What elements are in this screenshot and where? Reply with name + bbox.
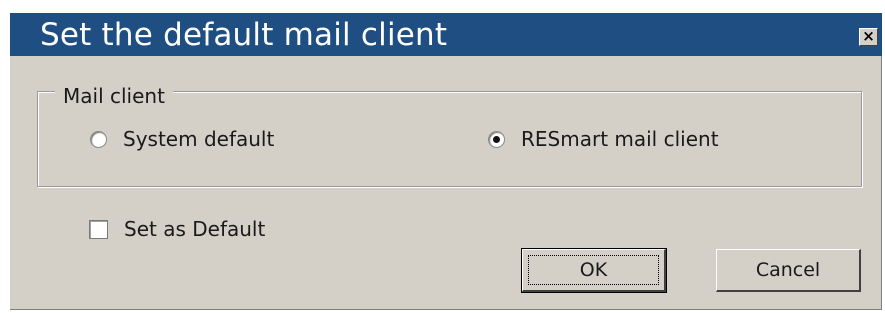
system-default-radio[interactable] — [90, 130, 107, 148]
title-bar[interactable]: Set the default mail client × — [10, 13, 882, 56]
cancel-button[interactable]: Cancel — [716, 249, 861, 292]
close-button[interactable]: × — [859, 28, 878, 46]
mail-client-dialog: Set the default mail client × Mail clien… — [10, 13, 882, 310]
set-as-default-label: Set as Default — [124, 217, 266, 241]
set-as-default-option[interactable]: Set as Default — [89, 217, 265, 241]
system-default-option[interactable]: System default — [90, 127, 274, 151]
mail-client-group-label: Mail client — [55, 84, 173, 108]
set-as-default-checkbox[interactable] — [89, 219, 108, 239]
resmart-mail-client-radio[interactable] — [488, 130, 505, 148]
resmart-mail-client-option[interactable]: RESmart mail client — [488, 127, 719, 151]
resmart-mail-client-label: RESmart mail client — [521, 127, 719, 151]
close-icon: × — [862, 27, 875, 45]
ok-button-label: OK — [579, 259, 608, 281]
system-default-label: System default — [123, 127, 275, 151]
ok-button[interactable]: OK — [521, 248, 667, 293]
cancel-button-label: Cancel — [755, 259, 821, 281]
dialog-title: Set the default mail client — [40, 17, 448, 53]
